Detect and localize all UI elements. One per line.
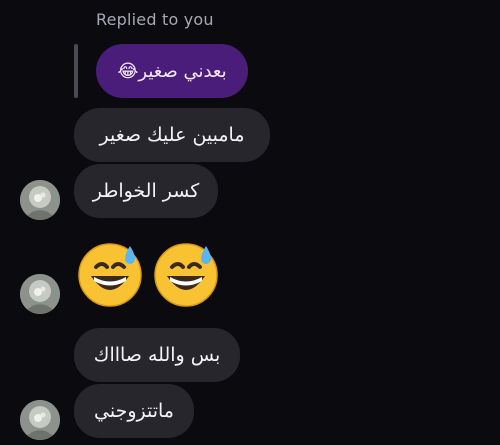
avatar-image — [20, 400, 60, 440]
replied-message-bubble[interactable]: بعدني صغير😂 — [96, 44, 248, 98]
avatar[interactable] — [20, 274, 60, 314]
message-bubble[interactable]: كسر الخواطر — [74, 164, 218, 218]
grinning-face-with-sweat-icon[interactable] — [152, 240, 220, 308]
avatar[interactable] — [20, 400, 60, 440]
replied-to-you-label: Replied to you — [96, 10, 214, 29]
message-bubble[interactable]: ماتتزوجني — [74, 384, 194, 438]
message-bubble[interactable]: بس والله صاااك — [74, 328, 240, 382]
avatar[interactable] — [20, 180, 60, 220]
avatar-image — [20, 180, 60, 220]
avatar-image — [20, 274, 60, 314]
message-bubble[interactable]: مامبين عليك صغير — [74, 108, 270, 162]
reply-quote-bar — [74, 44, 78, 98]
grinning-face-with-sweat-icon[interactable] — [76, 240, 144, 308]
